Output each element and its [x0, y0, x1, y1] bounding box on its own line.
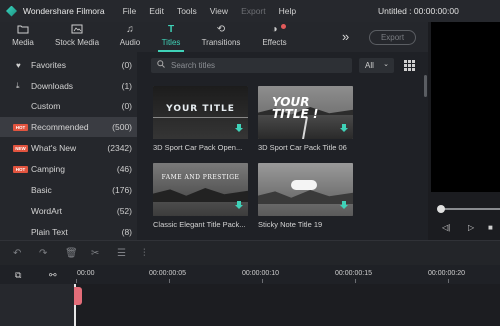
title-bar: Wondershare Filmora File Edit Tools View…: [0, 0, 500, 22]
export-button: Export: [369, 30, 416, 45]
timeline-tracks[interactable]: [75, 284, 500, 326]
menu-export: Export: [241, 6, 266, 16]
preview-progress-track[interactable]: [440, 208, 500, 210]
timecode-label: 00:00:00:15: [335, 270, 372, 277]
sidebar-item-downloads[interactable]: ⤓ Downloads (1): [0, 76, 137, 96]
title-thumbnail: FAME AND PRESTIGE: [153, 163, 248, 216]
title-category-sidebar: ♥ Favorites (0) ⤓ Downloads (1) Custom (…: [0, 52, 137, 240]
sidebar-item-basic[interactable]: Basic (176): [0, 180, 137, 200]
undo-icon[interactable]: ↶: [13, 248, 21, 259]
download-icon: ⤓: [16, 81, 20, 90]
search-icon: [157, 60, 165, 70]
preview-scrubber-handle[interactable]: [437, 205, 445, 213]
adjust-icon[interactable]: ☰: [117, 248, 126, 259]
tab-stock-media[interactable]: Stock Media: [55, 24, 99, 47]
audio-wave-icon[interactable]: ⫶: [143, 248, 146, 259]
media-tab-bar: Media Stock Media ♫ Audio T Titles ⟲ Tra…: [0, 22, 428, 52]
tab-media[interactable]: Media: [12, 24, 34, 47]
sidebar-item-custom[interactable]: Custom (0): [0, 96, 137, 116]
menu-tools[interactable]: Tools: [177, 6, 197, 16]
stock-media-icon: [70, 24, 84, 36]
timecode-label: 00:00:00:20: [428, 270, 465, 277]
menu-file[interactable]: File: [123, 6, 137, 16]
preview-panel: ◁| ▷ ■: [428, 22, 500, 240]
menu-edit[interactable]: Edit: [149, 6, 164, 16]
cut-icon[interactable]: ✂: [91, 248, 99, 259]
tab-effects[interactable]: ◑ Effects: [261, 24, 288, 47]
menu-bar: File Edit Tools View Export Help: [123, 6, 310, 16]
search-input[interactable]: [171, 59, 346, 72]
tab-titles[interactable]: T Titles: [158, 24, 184, 52]
sidebar-item-favorites[interactable]: ♥ Favorites (0): [0, 55, 137, 75]
titles-library: All ⌄ YOUR TITLE 3D Sport Car Pack Open.…: [137, 52, 428, 240]
new-badge: NEW: [13, 144, 28, 152]
sidebar-item-wordart[interactable]: WordArt (52): [0, 201, 137, 221]
stop-icon[interactable]: ■: [488, 223, 493, 232]
download-icon: [340, 201, 348, 210]
add-track-icon[interactable]: ⧉: [15, 270, 21, 281]
text-t-icon: T: [167, 24, 175, 35]
download-icon: [340, 124, 348, 133]
folder-icon: [16, 24, 30, 36]
link-icon[interactable]: ⚯: [49, 270, 57, 281]
heart-icon: ♥: [16, 60, 21, 70]
double-chevron-right-icon[interactable]: »: [342, 29, 349, 44]
title-card[interactable]: Sticky Note Title 19: [258, 163, 353, 229]
timeline-ruler[interactable]: ⧉ ⚯ 00:00 00:00:00:05 00:00:00:10 00:00:…: [0, 265, 500, 284]
sidebar-item-plain-text[interactable]: Plain Text (8): [0, 222, 137, 242]
title-card-label: Sticky Note Title 19: [258, 220, 323, 229]
delete-icon[interactable]: 🗑: [65, 248, 78, 259]
download-icon: [235, 201, 243, 210]
title-card-label: 3D Sport Car Pack Title 06: [258, 143, 347, 152]
filter-dropdown[interactable]: All ⌄: [359, 58, 394, 73]
library-scrollbar[interactable]: [424, 75, 427, 97]
title-thumbnail: YOUR TITLE !: [258, 86, 353, 139]
step-back-icon[interactable]: ◁|: [442, 223, 450, 232]
title-card[interactable]: YOUR TITLE ! 3D Sport Car Pack Title 06: [258, 86, 353, 152]
preview-screen: [431, 22, 500, 192]
hot-badge: HOT: [13, 165, 28, 173]
redo-icon[interactable]: ↷: [39, 248, 47, 259]
notification-dot: [280, 24, 286, 29]
title-card[interactable]: YOUR TITLE 3D Sport Car Pack Open...: [153, 86, 248, 152]
music-note-icon: ♫: [126, 24, 134, 35]
search-box[interactable]: [151, 58, 352, 73]
title-card-label: 3D Sport Car Pack Open...: [153, 143, 243, 152]
play-icon[interactable]: ▷: [468, 223, 474, 232]
timecode-label: 00:00: [77, 270, 95, 277]
tab-audio[interactable]: ♫ Audio: [119, 24, 141, 47]
title-card-label: Classic Elegant Title Pack...: [153, 220, 246, 229]
menu-view[interactable]: View: [210, 6, 228, 16]
filmora-logo-icon: [6, 5, 17, 17]
sidebar-item-recommended[interactable]: HOT Recommended (500): [0, 117, 137, 137]
title-thumbnail: [258, 163, 353, 216]
grid-view-icon[interactable]: [404, 60, 415, 71]
timecode-label: 00:00:00:05: [149, 270, 186, 277]
effects-icon: ◑: [268, 24, 286, 36]
chevron-down-icon: ⌄: [383, 61, 389, 68]
app-name: Wondershare Filmora: [23, 6, 105, 16]
hot-badge: HOT: [13, 123, 28, 131]
playhead-marker[interactable]: [74, 287, 82, 305]
project-title: Untitled : 00:00:00:00: [378, 6, 459, 16]
sidebar-item-whats-new[interactable]: NEW What's New (2342): [0, 138, 137, 158]
download-icon: [235, 124, 243, 133]
tab-transitions[interactable]: ⟲ Transitions: [201, 24, 241, 47]
sidebar-item-camping[interactable]: HOT Camping (46): [0, 159, 137, 179]
title-thumbnail: YOUR TITLE: [153, 86, 248, 139]
timeline-toolbar: ↶ ↷ 🗑 ✂ ☰ ⫶: [0, 240, 500, 265]
transitions-icon: ⟲: [216, 24, 226, 35]
timecode-label: 00:00:00:10: [242, 270, 279, 277]
menu-help[interactable]: Help: [279, 6, 296, 16]
title-card[interactable]: FAME AND PRESTIGE Classic Elegant Title …: [153, 163, 248, 229]
